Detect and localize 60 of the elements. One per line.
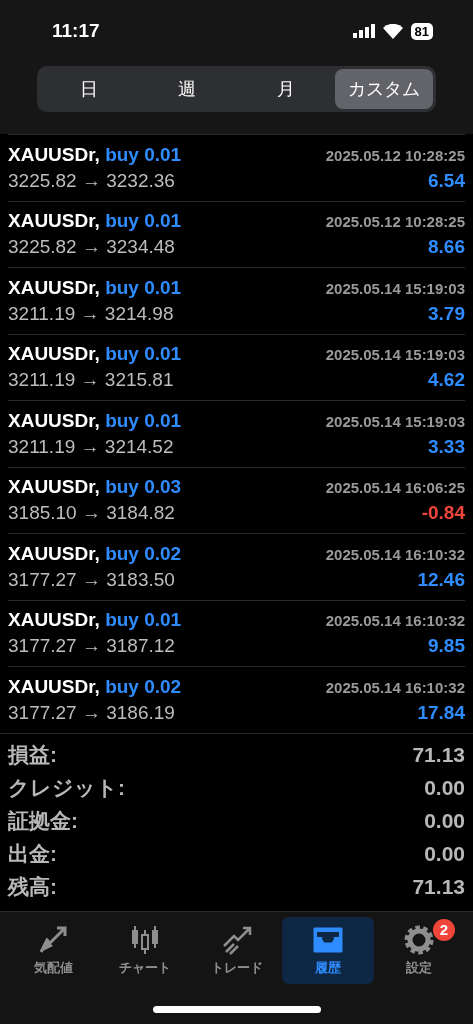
summary-value: 71.13 xyxy=(412,875,465,899)
summary-label: 証拠金: xyxy=(8,808,78,834)
deal-symbol: XAUUSDr, buy 0.02 xyxy=(8,542,182,565)
summary-label: 損益: xyxy=(8,742,57,768)
deal-prices: 3185.10 → 3184.82 xyxy=(8,502,175,525)
tab-bar-item[interactable]: チャート xyxy=(99,916,191,984)
deal-symbol: XAUUSDr, buy 0.01 xyxy=(8,409,182,432)
deal-prices: 3177.27 → 3183.50 xyxy=(8,568,175,591)
deal-symbol: XAUUSDr, buy 0.01 xyxy=(8,210,182,233)
deal-profit: -0.84 xyxy=(421,502,465,525)
deal-prices: 3225.82 → 3234.48 xyxy=(8,236,175,259)
deal-symbol: XAUUSDr, buy 0.03 xyxy=(8,476,182,499)
battery-level: 81 xyxy=(410,22,433,40)
summary-value: 0.00 xyxy=(424,809,465,833)
deal-time: 2025.05.12 10:28:25 xyxy=(325,213,465,231)
tab-bar-item[interactable]: トレード xyxy=(190,916,283,984)
tab-bar-item[interactable]: 気配値 xyxy=(8,916,100,984)
period-tab[interactable]: 月 xyxy=(236,69,335,109)
deal-time: 2025.05.14 16:06:25 xyxy=(325,479,465,497)
deal-profit: 17.84 xyxy=(417,701,465,724)
summary-value: 0.00 xyxy=(424,776,465,800)
deal-prices: 3177.27 → 3186.19 xyxy=(8,701,175,724)
summary-label: 出金: xyxy=(8,841,57,867)
period-tab[interactable]: カスタム xyxy=(334,69,433,109)
deal-symbol: XAUUSDr, buy 0.01 xyxy=(8,609,182,632)
deal-prices: 3211.19 → 3215.81 xyxy=(8,369,174,392)
deal-profit: 6.54 xyxy=(428,169,465,192)
status-time: 11:17 xyxy=(52,20,100,42)
deal-profit: 9.85 xyxy=(428,635,465,658)
summary-label: クレジット: xyxy=(8,775,125,801)
tab-bar-item[interactable]: 履歴 xyxy=(282,916,374,984)
deal-prices: 3225.82 → 3232.36 xyxy=(8,169,175,192)
deal-prices: 3211.19 → 3214.98 xyxy=(8,302,174,325)
deal-symbol: XAUUSDr, buy 0.02 xyxy=(8,675,182,698)
signal-icon xyxy=(352,24,375,38)
deal-time: 2025.05.12 10:28:25 xyxy=(325,146,465,164)
period-tab[interactable]: 週 xyxy=(138,69,237,109)
summary-value: 0.00 xyxy=(424,842,465,866)
deal-prices: 3177.27 → 3187.12 xyxy=(8,635,175,658)
deal-prices: 3211.19 → 3214.52 xyxy=(8,435,174,458)
deal-profit: 3.79 xyxy=(428,302,465,325)
deal-time: 2025.05.14 16:10:32 xyxy=(325,545,465,563)
deal-profit: 4.62 xyxy=(428,369,465,392)
deal-time: 2025.05.14 15:19:03 xyxy=(325,412,465,430)
tab-bar-item[interactable]: 設定 2 xyxy=(373,916,466,984)
deal-time: 2025.05.14 16:10:32 xyxy=(325,678,465,696)
deal-time: 2025.05.14 15:19:03 xyxy=(325,346,465,364)
summary-label: 残高: xyxy=(8,874,57,900)
deal-symbol: XAUUSDr, buy 0.01 xyxy=(8,343,182,366)
deal-profit: 3.33 xyxy=(428,435,465,458)
deal-profit: 12.46 xyxy=(417,568,465,591)
summary-value: 71.13 xyxy=(412,743,465,767)
notification-badge: 2 xyxy=(433,918,456,941)
deal-symbol: XAUUSDr, buy 0.01 xyxy=(8,143,182,166)
wifi-icon xyxy=(382,23,403,39)
period-tab[interactable]: 日 xyxy=(40,69,139,109)
deal-time: 2025.05.14 16:10:32 xyxy=(325,612,465,630)
deal-symbol: XAUUSDr, buy 0.01 xyxy=(8,276,182,299)
deal-profit: 8.66 xyxy=(428,236,465,259)
deal-time: 2025.05.14 15:19:03 xyxy=(325,279,465,297)
